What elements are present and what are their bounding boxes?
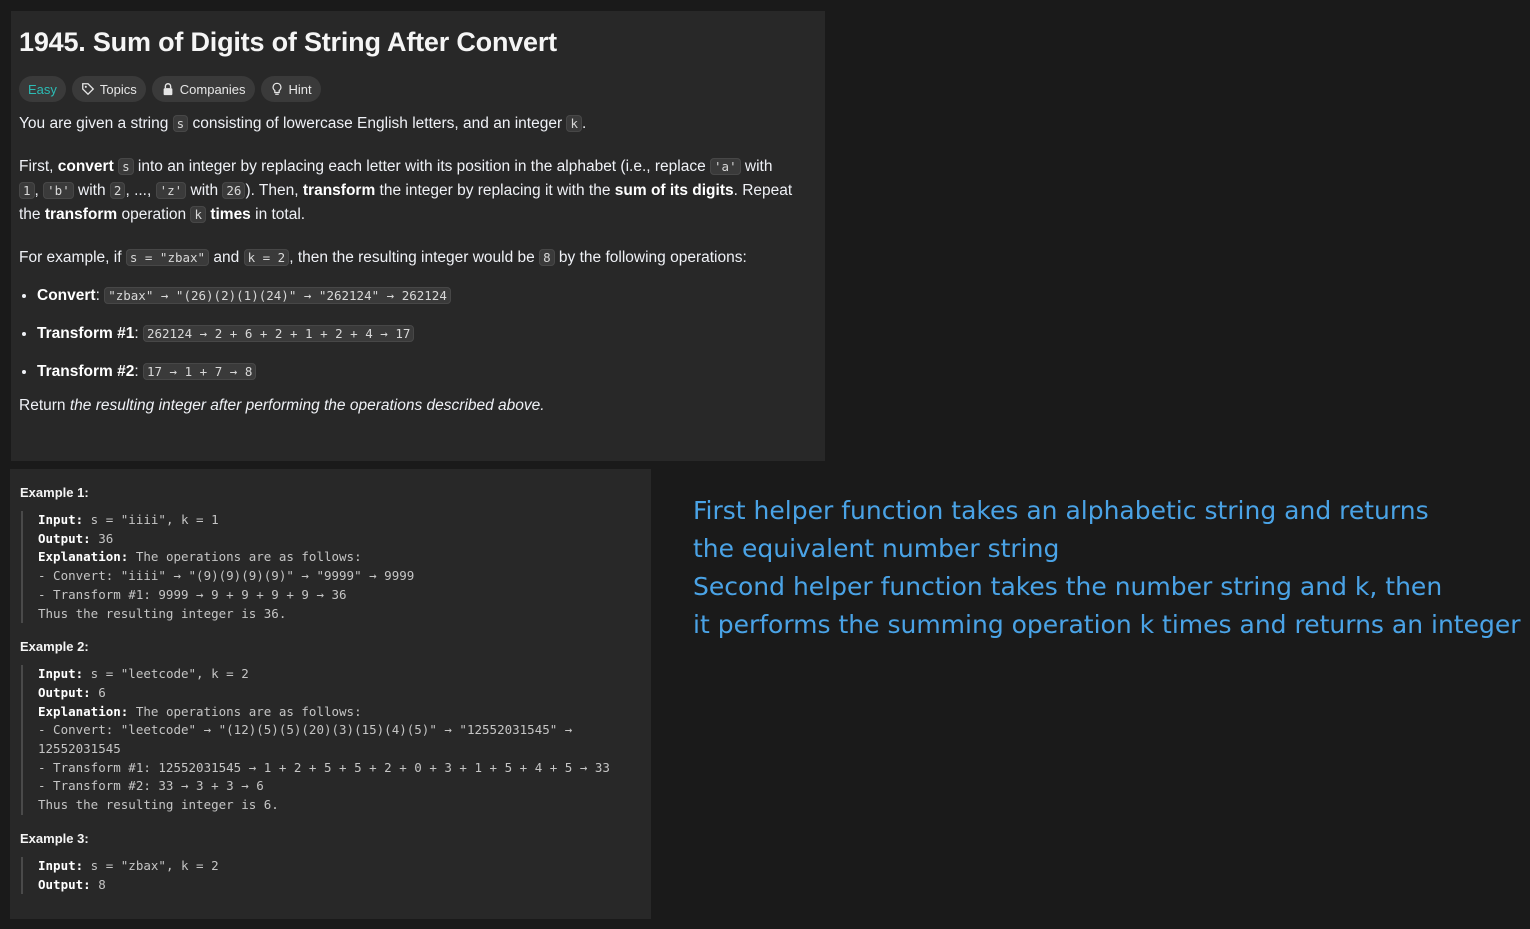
example-3-title: Example 3: [20,830,89,846]
problem-title[interactable]: 1945. Sum of Digits of String After Conv… [19,27,817,58]
example-2-block[interactable]: Input: s = "leetcode", k = 2 Output: 6 E… [21,665,642,815]
list-item: Transform #2: 17 → 1 + 7 → 8 [37,360,817,384]
difficulty-badge: Easy [19,76,66,102]
lightbulb-icon [272,82,282,95]
note-line: First helper function takes an alphabeti… [693,496,1429,525]
example-3-block[interactable]: Input: s = "zbax", k = 2 Output: 8 [21,856,642,895]
list-item: Transform #1: 262124 → 2 + 6 + 2 + 1 + 2… [37,322,817,346]
hint-button[interactable]: Hint [260,76,321,102]
companies-button[interactable]: Companies [151,76,255,102]
description-paragraph-3: For example, if s = "zbax" and k = 2, th… [19,249,747,266]
note-line: Second helper function takes the number … [693,572,1443,601]
annotation-notes: First helper function takes an alphabeti… [693,492,1523,644]
companies-label: Companies [179,81,246,97]
description-panel: 1945. Sum of Digits of String After Conv… [11,11,825,461]
lock-icon [163,83,173,96]
description-paragraph-2: First, convert s into an integer by repl… [19,158,793,223]
note-line: it performs the summing operation k time… [693,610,1521,639]
topics-button[interactable]: Topics [71,76,146,102]
tag-row: Easy Topics Companies Hint [19,76,817,102]
examples-panel: Example 1: Input: s = "iiii", k = 1 Outp… [10,469,651,919]
topics-label: Topics [99,81,137,97]
hint-label: Hint [288,81,312,97]
list-item: Convert: "zbax" → "(26)(2)(1)(24)" → "26… [37,284,817,308]
description-paragraph-1: You are given a string s consisting of l… [19,115,587,132]
note-line: the equivalent number string [693,534,1060,563]
example-2-title: Example 2: [20,639,89,655]
description-paragraph-4: Return the resulting integer after perfo… [19,397,545,414]
example-1-block[interactable]: Input: s = "iiii", k = 1 Output: 36 Expl… [21,511,642,624]
example-1-title: Example 1: [20,485,89,500]
operations-list: Convert: "zbax" → "(26)(2)(1)(24)" → "26… [19,284,817,384]
tag-icon [82,83,95,96]
